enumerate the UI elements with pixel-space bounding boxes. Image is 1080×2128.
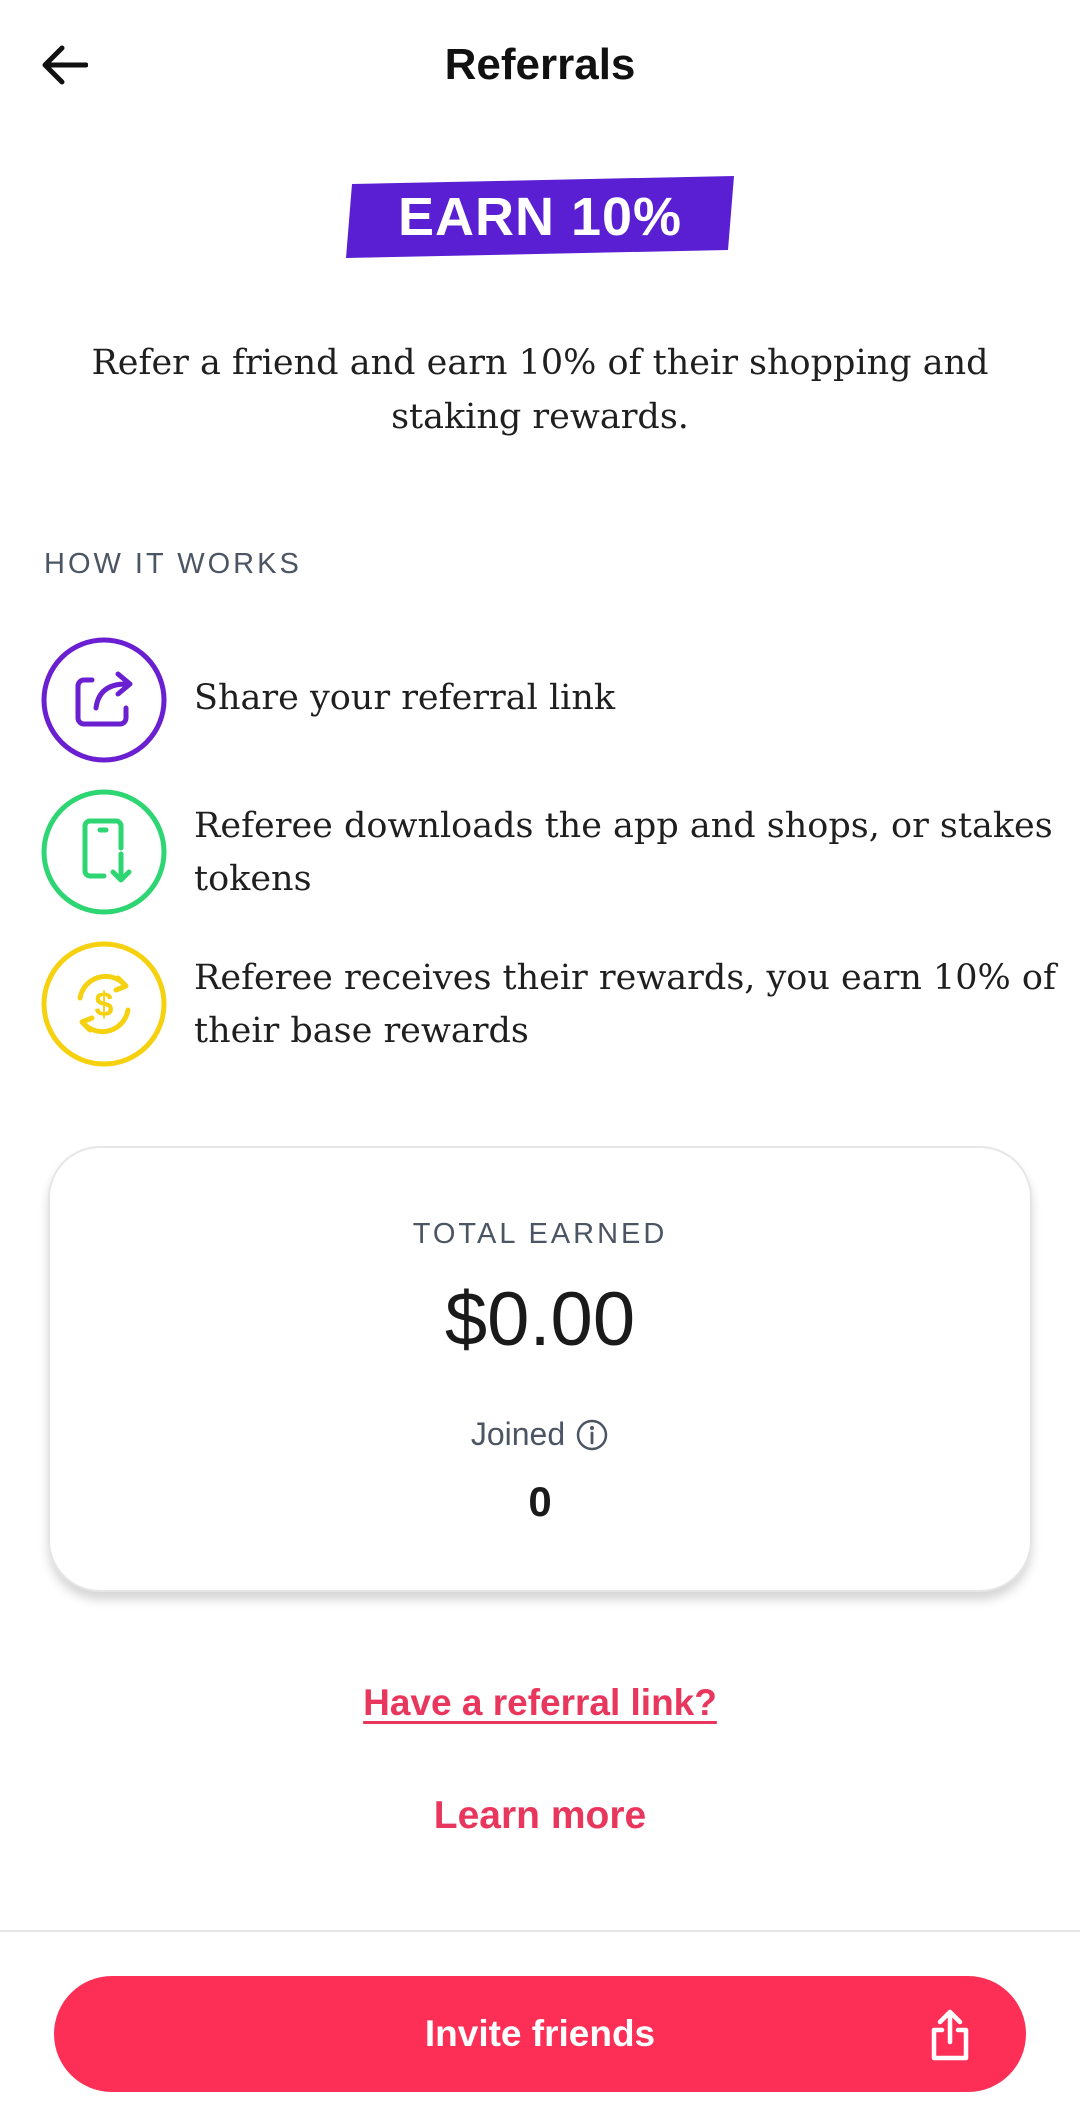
step-text: Referee receives their rewards, you earn… bbox=[194, 958, 1056, 1051]
share-upload-icon bbox=[931, 2009, 969, 2061]
invite-friends-button[interactable]: Invite friends bbox=[54, 1976, 1026, 2092]
info-icon[interactable] bbox=[575, 1418, 609, 1452]
total-earned-amount: $0.00 bbox=[444, 1277, 636, 1362]
page-title: Referrals bbox=[444, 40, 636, 89]
phone-download-icon bbox=[41, 789, 167, 915]
header: Referrals bbox=[0, 0, 1080, 140]
invite-friends-label: Invite friends bbox=[424, 2013, 656, 2054]
step-text: Referee downloads the app and shops, or … bbox=[194, 806, 1053, 899]
joined-count: 0 bbox=[528, 1478, 552, 1525]
how-it-works-label: HOW IT WORKS bbox=[44, 548, 302, 580]
share-icon bbox=[41, 637, 167, 763]
joined-label: Joined bbox=[470, 1416, 566, 1452]
dollar-cycle-icon: $ bbox=[41, 941, 167, 1067]
have-referral-link[interactable]: Have a referral link? bbox=[0, 1682, 1080, 1724]
earn-banner: EARN 10% bbox=[346, 176, 734, 258]
intro-text: Refer a friend and earn 10% of their sho… bbox=[91, 343, 989, 437]
joined-row: Joined bbox=[50, 1416, 1030, 1453]
earnings-card: TOTAL EARNED $0.00 Joined 0 bbox=[48, 1146, 1032, 1592]
earn-banner-text: EARN 10% bbox=[397, 187, 683, 247]
divider bbox=[0, 1930, 1080, 1932]
learn-more-link[interactable]: Learn more bbox=[0, 1794, 1080, 1838]
step-text: Share your referral link bbox=[194, 678, 616, 718]
svg-text:$: $ bbox=[95, 986, 114, 1024]
total-earned-label: TOTAL EARNED bbox=[412, 1218, 668, 1250]
